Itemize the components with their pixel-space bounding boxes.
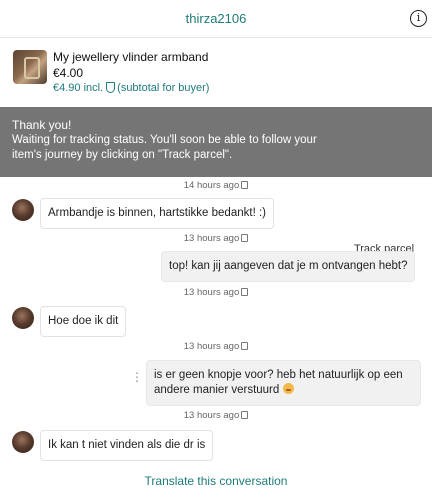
message-timestamp: 14 hours ago <box>0 180 432 191</box>
banner-title: Thank you! <box>12 118 72 132</box>
avatar[interactable] <box>12 307 34 329</box>
message-text: is er geen knopje voor? heb het natuurli… <box>154 369 403 396</box>
item-total-note: (subtotal for buyer) <box>117 82 210 94</box>
message-bubble-outgoing: top! kan jij aangeven dat je m ontvangen… <box>161 251 416 282</box>
item-title[interactable]: My jewellery vlinder armband <box>53 50 208 64</box>
conversation-username[interactable]: thirza2106 <box>0 11 432 26</box>
order-status-banner: Thank you! Waiting for tracking status. … <box>0 107 432 262</box>
message-timestamp: 13 hours ago <box>0 287 432 298</box>
message-options-icon[interactable]: ⋮ <box>131 371 143 383</box>
message-timestamp: 13 hours ago <box>0 233 432 244</box>
shield-icon <box>106 82 116 93</box>
conversation-header: thirza2106 i <box>0 0 432 38</box>
timestamp-text: 13 hours ago <box>183 410 240 421</box>
item-total-label: €4.90 incl. <box>53 82 104 94</box>
seen-icon <box>241 234 249 242</box>
seen-icon <box>241 342 249 350</box>
item-price: €4.00 <box>53 66 84 80</box>
timestamp-text: 13 hours ago <box>183 341 240 352</box>
item-total-price: €4.90 incl. (subtotal for buyer) <box>53 82 209 94</box>
seen-icon <box>241 288 249 296</box>
avatar[interactable] <box>12 431 34 453</box>
seen-icon <box>241 181 249 189</box>
translate-conversation-link[interactable]: Translate this conversation <box>0 474 432 488</box>
timestamp-text: 14 hours ago <box>183 180 240 191</box>
message-bubble-outgoing: is er geen knopje voor? heb het natuurli… <box>146 360 421 406</box>
timestamp-text: 13 hours ago <box>183 233 240 244</box>
avatar[interactable] <box>12 199 34 221</box>
message-timestamp: 13 hours ago <box>0 410 432 421</box>
message-bubble-incoming: Hoe doe ik dit <box>40 306 127 337</box>
message-timestamp: 13 hours ago <box>0 341 432 352</box>
banner-text: Waiting for tracking status. You'll soon… <box>12 134 317 161</box>
message-bubble-incoming: Ik kan t niet vinden als die dr is <box>40 430 214 461</box>
info-icon[interactable]: i <box>410 10 427 27</box>
item-summary[interactable]: My jewellery vlinder armband €4.00 €4.90… <box>0 39 432 105</box>
message-bubble-incoming: Armbandje is binnen, hartstikke bedankt!… <box>40 198 274 229</box>
item-thumbnail[interactable] <box>13 50 47 84</box>
seen-icon <box>241 411 249 419</box>
grimacing-emoji-icon <box>282 383 294 394</box>
timestamp-text: 13 hours ago <box>183 287 240 298</box>
